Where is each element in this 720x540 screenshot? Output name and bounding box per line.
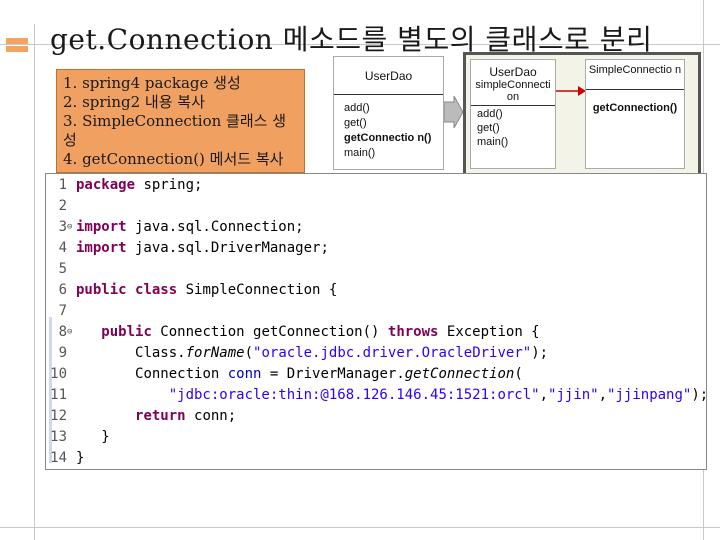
code-text: java.sql.Connection; <box>126 218 304 235</box>
code-line-6: 6 public class SimpleConnection { <box>46 279 338 300</box>
line-number: 4 <box>58 239 67 256</box>
member-get: get() <box>344 117 367 129</box>
code-text: = DriverManager. <box>261 365 405 382</box>
code-text: } <box>101 428 110 445</box>
code-text: Connection getConnection() <box>151 323 388 340</box>
code-line-2: 2 <box>46 195 67 216</box>
userdao-refactored-box: UserDao simpleConnecti on add() get() ma… <box>470 59 556 169</box>
member-main: main() <box>477 136 509 148</box>
keyword: public <box>101 323 152 340</box>
member-getconnection: getConnectio n() <box>344 132 432 144</box>
code-text: ; <box>227 407 237 424</box>
code-line-4: 4 import java.sql.DriverManager; <box>46 237 329 258</box>
code-line-10: 10 Connection conn = DriverManager. getCo… <box>46 363 523 384</box>
code-text: SimpleConnection { <box>177 281 338 298</box>
step-item: 4. getConnection() 메서드 복사 <box>63 150 284 168</box>
userdao-field-simpleconnection: simpleConnecti on <box>475 79 551 103</box>
code-text: forName <box>185 344 245 361</box>
code-text: ( <box>244 344 254 361</box>
fold-toggle-icon[interactable]: ⊖ <box>67 327 76 337</box>
step-item: 3. SimpleConnection 클래스 생성 <box>63 112 287 149</box>
code-line-5: 5 <box>46 258 67 279</box>
line-number: 11 <box>50 386 67 403</box>
code-line-14: 14 } <box>46 447 84 468</box>
code-line-1: 1 package spring; <box>46 174 203 195</box>
member-getconnection: getConnection() <box>592 102 678 114</box>
line-number: 5 <box>58 260 67 277</box>
keyword: import <box>76 218 127 235</box>
refactor-arrow-icon <box>444 96 463 128</box>
userdao-members: add() get() getConnectio n() main() <box>334 95 443 167</box>
line-number: 2 <box>58 197 67 214</box>
code-text: Exception { <box>438 323 540 340</box>
code-line-13: 13 } <box>46 426 110 447</box>
simpleconnection-class-box: SimpleConnectio n getConnection() <box>585 59 685 169</box>
code-text: conn <box>185 407 228 424</box>
line-number: 7 <box>58 302 67 319</box>
line-number: 9 <box>58 344 67 361</box>
code-text: Class. <box>135 344 186 361</box>
line-number: 14 <box>50 449 67 466</box>
title-decoration-bar <box>6 38 28 44</box>
member-add: add() <box>477 108 503 120</box>
association-arrow-icon <box>556 86 586 96</box>
member-main: main() <box>344 147 376 159</box>
keyword: import <box>76 239 127 256</box>
variable: conn <box>227 365 262 382</box>
code-text: Connection <box>135 365 228 382</box>
userdao-refactored-members: add() get() main() <box>471 107 555 149</box>
line-number: 8 <box>58 323 67 340</box>
line-number: 6 <box>58 281 67 298</box>
code-text: } <box>76 449 85 466</box>
code-line-7: 7 <box>46 300 67 321</box>
steps-list: 1. spring4 package 생성 2. spring2 내용 복사 3… <box>56 69 305 173</box>
slide-bottom-rule <box>0 527 720 528</box>
userdao-class-box: UserDao add() get() getConnectio n() mai… <box>333 56 444 170</box>
keyword: throws <box>387 323 439 340</box>
string-literal: "jdbc:oracle:thin:@168.126.146.45:1521:o… <box>168 386 540 403</box>
line-number: 13 <box>50 428 67 445</box>
code-line-3: 3 ⊖ import java.sql.Connection; <box>46 216 304 237</box>
keyword: class <box>135 281 178 298</box>
simpleconnection-class-name: SimpleConnectio n <box>586 60 684 90</box>
line-number: 3 <box>58 218 67 235</box>
code-line-9: 9 Class. forName("oracle.jdbc.driver.Orac… <box>46 342 549 363</box>
keyword: public <box>76 281 127 298</box>
string-literal: "jjin" <box>548 386 599 403</box>
code-editor[interactable]: 1 package spring; 2 3 ⊖ import java.sql.C… <box>45 173 708 470</box>
code-text: , <box>539 386 549 403</box>
keyword: package <box>76 176 136 193</box>
line-number: 10 <box>50 365 67 382</box>
code-text: ( <box>514 365 523 382</box>
code-text: spring; <box>135 176 203 193</box>
code-text: , <box>598 386 608 403</box>
member-get: get() <box>477 122 500 134</box>
userdao-class-name: UserDao <box>334 57 443 95</box>
slide-left-rule <box>34 24 35 540</box>
line-number: 1 <box>58 176 67 193</box>
step-item: 1. spring4 package 생성 <box>63 74 241 92</box>
step-item: 2. spring2 내용 복사 <box>63 93 205 111</box>
userdao-refactored-name: UserDao <box>489 65 537 79</box>
keyword: return <box>135 407 186 424</box>
code-text: ); <box>691 386 709 403</box>
fold-toggle-icon[interactable]: ⊖ <box>67 222 76 232</box>
class-divider <box>471 105 555 106</box>
title-decoration-bar <box>6 46 28 52</box>
code-line-12: 12 return conn; <box>46 405 236 426</box>
string-literal: "jjinpang" <box>607 386 692 403</box>
code-line-8: 8 ⊖ public Connection getConnection() thr… <box>46 321 540 342</box>
string-literal: "oracle.jdbc.driver.OracleDriver" <box>253 344 532 361</box>
code-text: java.sql.DriverManager; <box>126 239 329 256</box>
code-line-11: 11 "jdbc:oracle:thin:@168.126.146.45:152… <box>46 384 708 405</box>
code-text: ); <box>531 344 549 361</box>
code-text: getConnection <box>404 365 515 382</box>
member-add: add() <box>344 102 370 114</box>
line-number: 12 <box>50 407 67 424</box>
